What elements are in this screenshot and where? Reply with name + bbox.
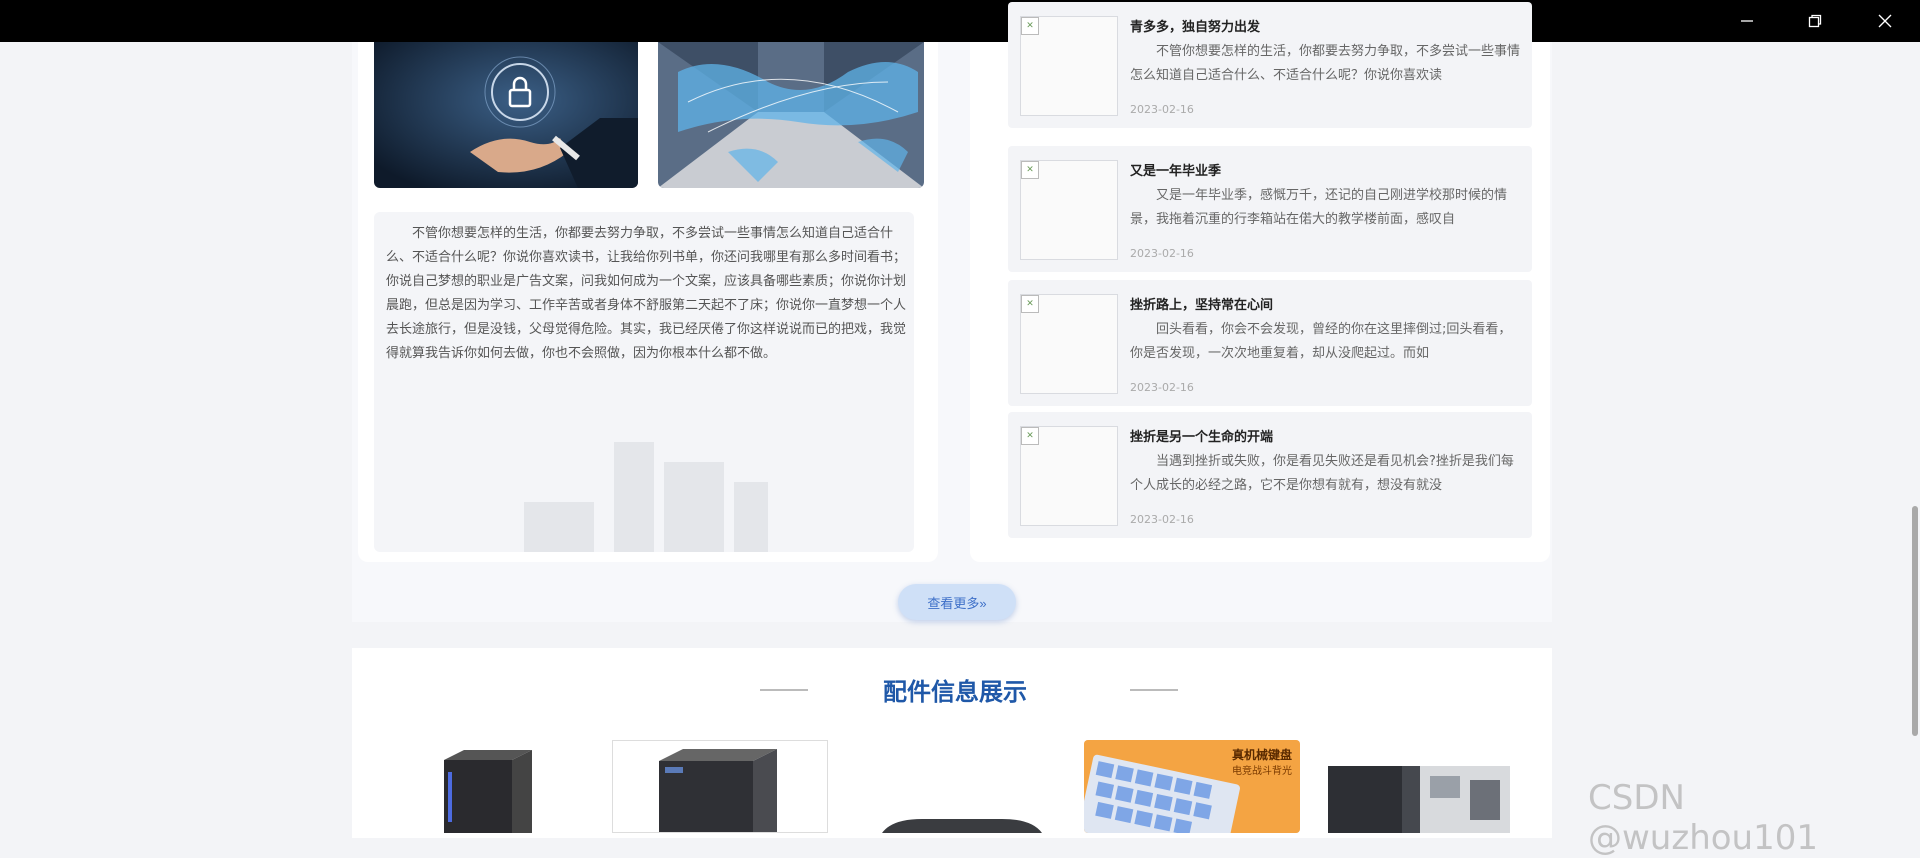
- news-summary: 又是一年毕业季，感慨万千，还记的自己刚进学校那时候的情景，我拖着沉重的行李箱站在…: [1130, 188, 1508, 227]
- news-date: 2023-02-16: [1130, 381, 1194, 394]
- network-map-image: [658, 42, 924, 188]
- broken-image-icon: ✕: [1021, 161, 1039, 179]
- lock-hand-image: [374, 42, 638, 188]
- news-date: 2023-02-16: [1130, 513, 1194, 526]
- product-banner-sub: 电竞战斗背光: [1232, 766, 1292, 777]
- news-item[interactable]: ✕ 青多多，独自努力出发 不管你想要怎样的生活，你都要去努力争取，不多尝试一些事…: [1008, 2, 1532, 128]
- network-warehouse-photo[interactable]: [658, 42, 924, 188]
- intro-card: 不管你想要怎样的生活，你都要去努力争取，不多尝试一些事情怎么知道自己适合什么、不…: [374, 212, 914, 552]
- product-card-keyboard[interactable]: 真机械键盘 电竞战斗背光: [1084, 740, 1300, 833]
- broken-image-icon: ✕: [1021, 17, 1039, 35]
- pc-case-image: [376, 740, 592, 833]
- title-decoration-right: [1130, 689, 1178, 691]
- watermark: CSDN @wuzhou101: [1588, 778, 1818, 858]
- news-thumbnail: ✕: [1020, 16, 1118, 116]
- title-decoration-left: [760, 689, 808, 691]
- scrollbar-thumb[interactable]: [1912, 506, 1918, 736]
- pc-case-image: [613, 741, 827, 832]
- news-title[interactable]: 挫折路上，坚持常在心间: [1130, 294, 1273, 313]
- news-title[interactable]: 又是一年毕业季: [1130, 160, 1221, 179]
- security-lock-photo[interactable]: [374, 42, 638, 188]
- section-title: 配件信息展示: [883, 678, 1027, 706]
- window-titlebar: [0, 0, 1920, 42]
- news-date: 2023-02-16: [1130, 103, 1194, 116]
- news-title[interactable]: 青多多，独自努力出发: [1130, 16, 1260, 35]
- news-item[interactable]: ✕ 又是一年毕业季 又是一年毕业季，感慨万千，还记的自己刚进学校那时候的情景，我…: [1008, 146, 1532, 272]
- minimize-button[interactable]: [1717, 0, 1777, 42]
- news-date: 2023-02-16: [1130, 247, 1194, 260]
- news-summary: 回头看看，你会不会发现，曾经的你在这里摔倒过;回头看看，你是否发现，一次次地重复…: [1130, 322, 1512, 361]
- news-item[interactable]: ✕ 挫折是另一个生命的开端 当遇到挫折或失败，你是看见失败还是看见机会?挫折是我…: [1008, 412, 1532, 538]
- news-item[interactable]: ✕ 挫折路上，坚持常在心间 回头看看，你会不会发现，曾经的你在这里摔倒过;回头看…: [1008, 280, 1532, 406]
- product-card-pc-case[interactable]: [612, 740, 828, 833]
- open-pc-case-image: [1324, 740, 1524, 833]
- view-more-button[interactable]: 查看更多»: [898, 584, 1016, 620]
- restore-button[interactable]: [1785, 0, 1845, 42]
- mouse-image: [848, 740, 1064, 833]
- product-banner: 真机械键盘: [1231, 748, 1292, 762]
- news-summary: 不管你想要怎样的生活，你都要去努力争取，不多尝试一些事情怎么知道自己适合什么、不…: [1130, 44, 1521, 83]
- product-card-pc-case[interactable]: [376, 740, 592, 833]
- restore-icon: [1808, 14, 1822, 28]
- product-card-mouse[interactable]: [848, 740, 1064, 833]
- product-card-open-pc-case[interactable]: [1324, 740, 1524, 833]
- close-button[interactable]: [1855, 0, 1915, 42]
- news-thumbnail: ✕: [1020, 426, 1118, 526]
- news-title[interactable]: 挫折是另一个生命的开端: [1130, 426, 1273, 445]
- intro-paragraph: 不管你想要怎样的生活，你都要去努力争取，不多尝试一些事情怎么知道自己适合什么、不…: [386, 226, 907, 361]
- broken-image-icon: ✕: [1021, 427, 1039, 445]
- news-summary: 当遇到挫折或失败，你是看见失败还是看见机会?挫折是我们每个人成长的必经之路，它不…: [1130, 454, 1514, 493]
- news-thumbnail: ✕: [1020, 294, 1118, 394]
- broken-image-icon: ✕: [1021, 295, 1039, 313]
- minimize-icon: [1741, 20, 1753, 22]
- close-icon: [1878, 14, 1892, 28]
- news-thumbnail: ✕: [1020, 160, 1118, 260]
